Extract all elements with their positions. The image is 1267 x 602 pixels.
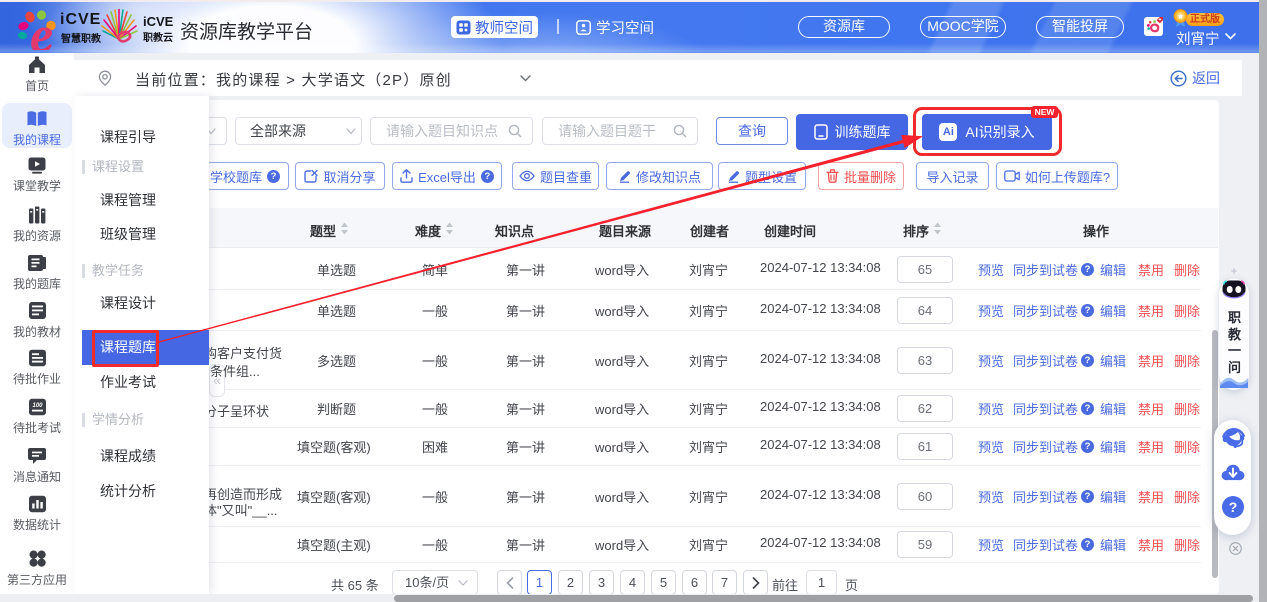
svg-text:e: e bbox=[30, 8, 53, 50]
svg-text:?: ? bbox=[1229, 499, 1238, 515]
svg-text:100: 100 bbox=[32, 403, 43, 409]
